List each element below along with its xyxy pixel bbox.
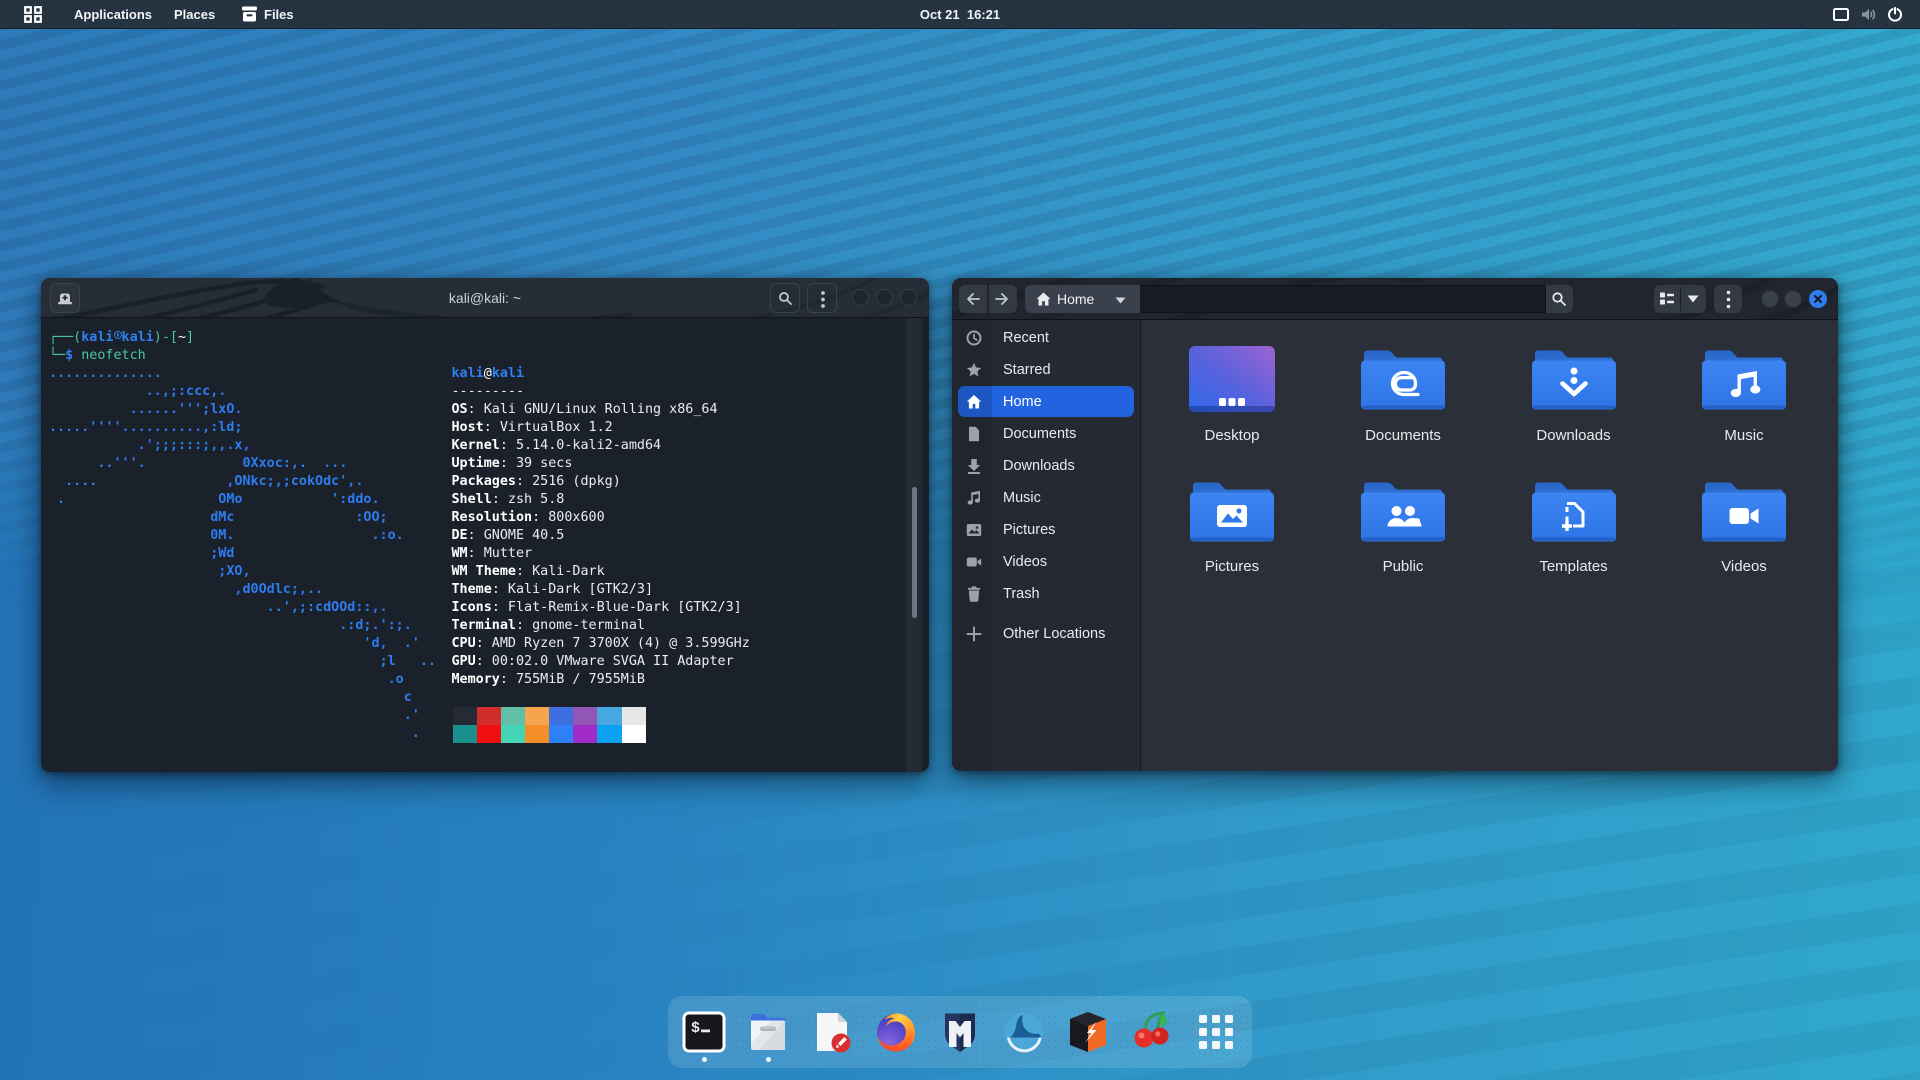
svg-text:$: $ — [691, 1020, 700, 1037]
